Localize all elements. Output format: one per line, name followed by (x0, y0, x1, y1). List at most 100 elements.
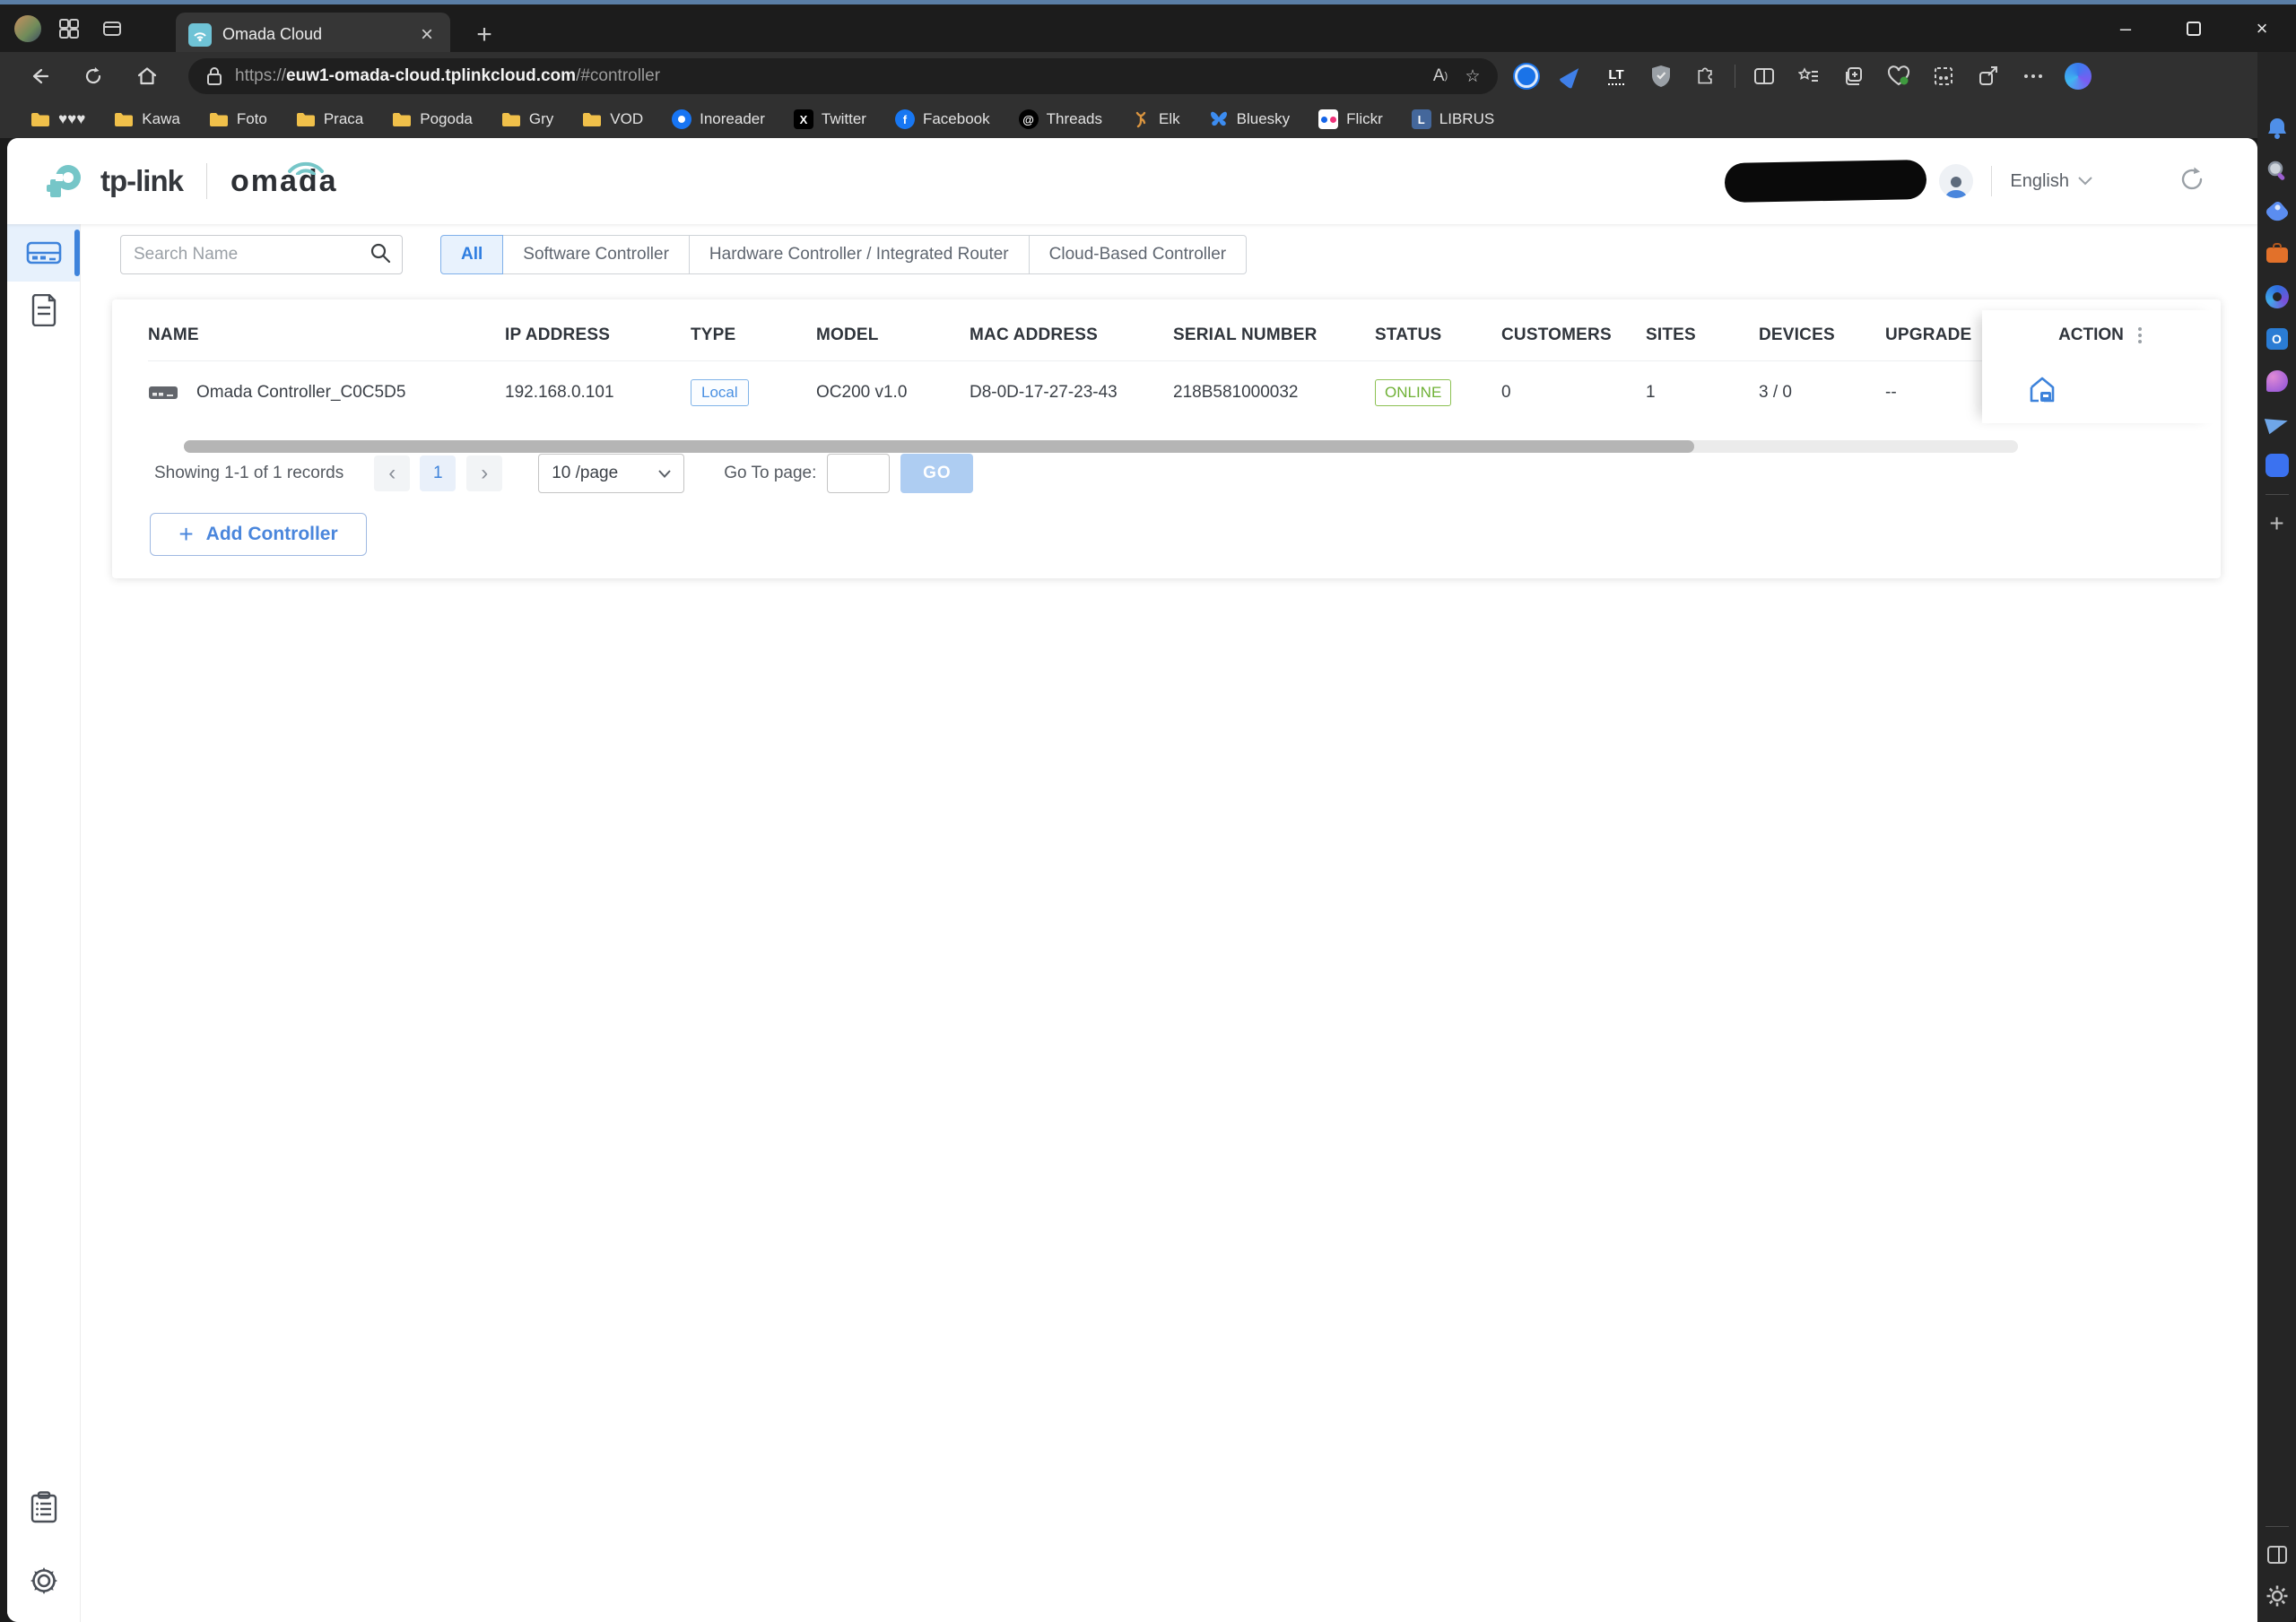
copilot-icon[interactable] (2062, 60, 2094, 92)
notifications-bell-icon[interactable] (2264, 115, 2291, 142)
browser-essentials-icon[interactable] (1883, 60, 1915, 92)
maximize-button[interactable] (2160, 4, 2228, 52)
current-page-button[interactable]: 1 (420, 455, 457, 491)
nav-item-logs[interactable] (7, 282, 80, 339)
search-icon[interactable] (370, 242, 391, 268)
scrollbar-thumb[interactable] (184, 440, 1694, 453)
languagetool-extension-icon[interactable]: LT (1600, 60, 1632, 92)
bookmark-folder[interactable]: Pogoda (381, 105, 483, 134)
screenshot-icon[interactable] (1927, 60, 1960, 92)
nav-item-controllers[interactable] (7, 224, 80, 282)
address-bar[interactable]: https://euw1-omada-cloud.tplinkcloud.com… (188, 58, 1498, 94)
filter-tab-cloud[interactable]: Cloud-Based Controller (1029, 235, 1248, 274)
search-input[interactable] (121, 245, 370, 265)
paper-plane-icon[interactable] (2264, 410, 2291, 437)
cell-serial: 218B581000032 (1173, 360, 1375, 423)
close-window-button[interactable]: × (2228, 4, 2296, 52)
search-box[interactable] (120, 235, 403, 274)
bookmark-folder[interactable]: Kawa (103, 105, 191, 134)
tab-close-icon[interactable]: × (414, 22, 439, 48)
microsoft-365-icon[interactable] (2264, 283, 2291, 310)
language-selector[interactable]: English (2010, 171, 2092, 192)
filter-tab-all[interactable]: All (440, 235, 504, 274)
local-badge: Local (691, 378, 749, 406)
browser-tab[interactable]: Omada Cloud × (176, 13, 450, 56)
sidebar-panel-icon[interactable] (2264, 1541, 2291, 1568)
bookmark-folder[interactable]: Gry (491, 105, 564, 134)
share-icon[interactable] (1972, 60, 2005, 92)
page-refresh-icon[interactable] (2179, 166, 2205, 197)
feather-extension-icon[interactable] (1555, 60, 1587, 92)
bookmark-bluesky[interactable]: Bluesky (1198, 105, 1301, 134)
extension-puzzle-icon[interactable] (1690, 60, 1722, 92)
column-settings-icon[interactable] (2137, 327, 2142, 343)
per-page-select[interactable]: 10 /page (538, 454, 685, 493)
goto-page-input[interactable] (827, 454, 891, 493)
col-model: MODEL (816, 325, 879, 344)
bookmark-threads[interactable]: @ Threads (1008, 105, 1113, 134)
omada-favicon-icon (188, 22, 212, 47)
bookmark-inoreader[interactable]: Inoreader (661, 105, 776, 134)
outlook-icon[interactable]: O (2264, 325, 2291, 352)
folder-icon (31, 113, 49, 126)
bookmark-folder[interactable]: Foto (198, 105, 278, 134)
bookmark-folder[interactable]: VOD (571, 105, 654, 134)
sidebar-divider (2265, 494, 2289, 495)
sidebar-settings-gear-icon[interactable] (2264, 1583, 2291, 1609)
new-tab-button[interactable]: + (468, 19, 500, 51)
back-icon[interactable] (22, 58, 57, 94)
workspaces-icon[interactable] (54, 13, 84, 44)
read-aloud-icon[interactable]: A) (1424, 60, 1457, 92)
onepassword-extension-icon[interactable] (1510, 60, 1543, 92)
librus-icon: L (1411, 109, 1431, 129)
go-button[interactable]: GO (900, 454, 974, 493)
flickr-icon (1318, 109, 1339, 129)
add-sidebar-app-icon[interactable]: + (2264, 509, 2291, 537)
bookmark-facebook[interactable]: f Facebook (884, 105, 1001, 134)
controller-icon (26, 241, 61, 265)
split-screen-icon[interactable] (1748, 60, 1780, 92)
col-action: ACTION (2058, 325, 2124, 344)
collections-icon[interactable] (1838, 60, 1870, 92)
left-nav-rail (7, 224, 81, 1622)
shopping-tag-icon[interactable] (2264, 199, 2291, 226)
tab-actions-icon[interactable] (97, 13, 127, 44)
nav-item-audit[interactable] (7, 1479, 80, 1536)
prev-page-button[interactable]: ‹ (374, 455, 411, 491)
drop-icon[interactable] (2264, 452, 2291, 479)
favorite-star-icon[interactable]: ☆ (1457, 60, 1489, 92)
goto-page-label: Go To page: (724, 464, 817, 482)
more-menu-icon[interactable] (2017, 60, 2049, 92)
reload-icon[interactable] (75, 58, 111, 94)
online-badge: ONLINE (1375, 378, 1452, 406)
horizontal-scrollbar[interactable] (184, 440, 2018, 453)
add-controller-button[interactable]: + Add Controller (150, 513, 367, 556)
bookmark-librus[interactable]: L LIBRUS (1401, 105, 1505, 134)
table-row[interactable]: Omada Controller_C0C5D5 192.168.0.101 Lo… (148, 360, 1982, 423)
clipboard-list-icon (30, 1491, 57, 1523)
bookmark-twitter[interactable]: X Twitter (783, 105, 877, 134)
filter-tab-hardware[interactable]: Hardware Controller / Integrated Router (689, 235, 1030, 274)
favorites-list-icon[interactable] (1793, 60, 1825, 92)
filter-tab-software[interactable]: Software Controller (503, 235, 690, 274)
bookmark-folder[interactable]: ♥♥♥ (20, 105, 96, 134)
launch-controller-icon[interactable] (2027, 375, 2057, 410)
bookmark-elk[interactable]: Elk (1120, 105, 1191, 134)
table-header-row: NAME IP ADDRESS TYPE MODEL MAC ADDRESS S… (148, 310, 1982, 360)
col-devices: DEVICES (1759, 325, 1835, 344)
adguard-shield-icon[interactable] (1645, 60, 1677, 92)
sidebar-search-icon[interactable] (2264, 157, 2291, 184)
nav-item-settings[interactable] (7, 1552, 80, 1609)
threads-icon: @ (1018, 109, 1039, 129)
cell-mac: D8-0D-17-27-23-43 (970, 360, 1173, 423)
bookmark-flickr[interactable]: Flickr (1308, 105, 1394, 134)
page-header: tp-link omada English (7, 138, 2257, 224)
designer-icon[interactable] (2264, 368, 2291, 395)
tools-toolbox-icon[interactable] (2264, 241, 2291, 268)
bookmark-folder[interactable]: Praca (285, 105, 374, 134)
next-page-button[interactable]: › (466, 455, 503, 491)
home-icon[interactable] (129, 58, 165, 94)
minimize-button[interactable]: – (2092, 4, 2160, 52)
browser-profile-avatar[interactable] (14, 14, 41, 42)
account-avatar[interactable] (1939, 164, 1974, 198)
